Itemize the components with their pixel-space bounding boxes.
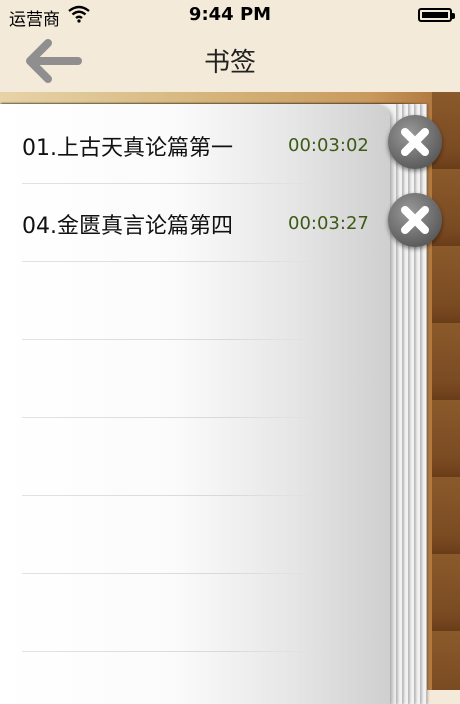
- status-time: 9:44 PM: [188, 4, 272, 25]
- bookmark-title: 04.金匮真言论篇第四: [22, 214, 233, 239]
- row-divider: [22, 339, 322, 340]
- row-divider: [22, 261, 322, 262]
- row-divider: [22, 417, 322, 418]
- bookmark-title: 01.上古天真论篇第一: [22, 136, 233, 161]
- book-spine: [432, 92, 460, 690]
- delete-icon: [401, 128, 429, 156]
- bookmark-row[interactable]: 01.上古天真论篇第一 00:03:27 00:03:02: [0, 104, 390, 182]
- delete-icon: [401, 206, 429, 234]
- status-bar: 运营商 9:44 PM: [0, 0, 460, 30]
- row-divider: [22, 495, 322, 496]
- bookmark-row[interactable]: 04.金匮真言论篇第四 00:03:27: [0, 182, 390, 260]
- battery-icon: [418, 8, 455, 22]
- page-title: 书签: [203, 48, 256, 78]
- delete-bookmark-button[interactable]: [388, 193, 442, 247]
- row-divider: [22, 573, 322, 574]
- row-divider: [22, 651, 322, 652]
- bookmark-time: 00:03:02: [288, 135, 369, 156]
- bookmark-time: 00:03:27: [288, 213, 369, 234]
- navigation-bar: 书签: [0, 30, 460, 92]
- delete-bookmark-button[interactable]: [388, 115, 442, 169]
- bookmark-list: 01.上古天真论篇第一 00:03:27 00:03:02 04.金匮真言论篇第…: [0, 104, 390, 704]
